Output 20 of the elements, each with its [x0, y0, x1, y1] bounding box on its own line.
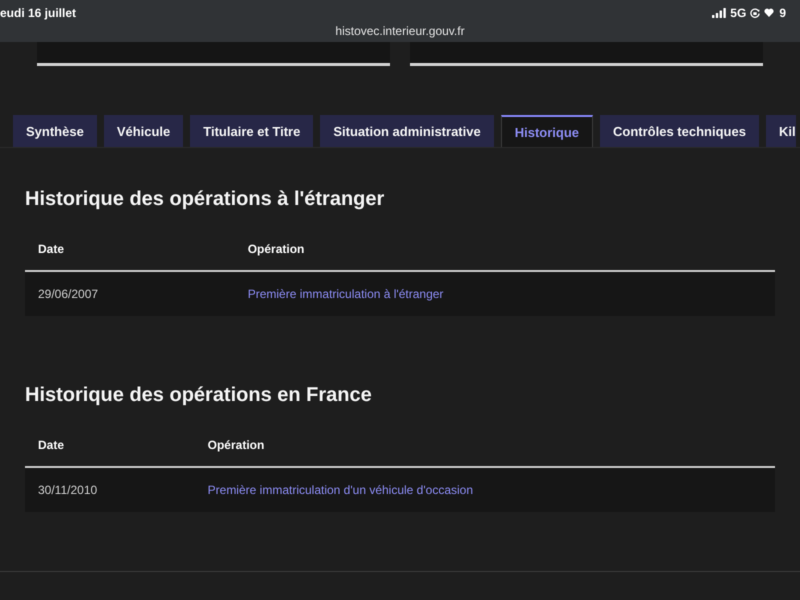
status-date: eudi 16 juillet — [0, 6, 76, 20]
date-cell: 29/06/2007 — [25, 271, 235, 316]
battery-percent: 9 — [779, 6, 786, 20]
tab[interactable]: Synthèse — [13, 115, 97, 147]
heart-icon — [764, 8, 774, 17]
tab[interactable]: Véhicule — [104, 115, 184, 147]
address-bar[interactable]: histovec.interieur.gouv.fr — [335, 23, 465, 39]
section-heading: Historique des opérations à l'étranger — [25, 187, 386, 212]
tab[interactable]: Contrôles techniques — [600, 115, 759, 147]
tab[interactable]: Kil — [766, 115, 796, 147]
operation-link[interactable]: Première immatriculation d'un véhicule d'occasion — [208, 483, 474, 497]
tab[interactable]: Historique — [500, 115, 594, 147]
tab[interactable]: Situation administrative — [320, 115, 494, 147]
operation-link[interactable]: Première immatriculation à l'étranger — [248, 287, 444, 301]
section-heading: Historique des opérations en France — [25, 383, 373, 408]
date-cell: 30/11/2010 — [25, 467, 195, 512]
network-label: 5G — [730, 6, 746, 20]
circular-arrow-icon — [750, 8, 760, 18]
tab[interactable]: Titulaire et Titre — [190, 115, 314, 147]
signal-icon — [712, 8, 726, 18]
